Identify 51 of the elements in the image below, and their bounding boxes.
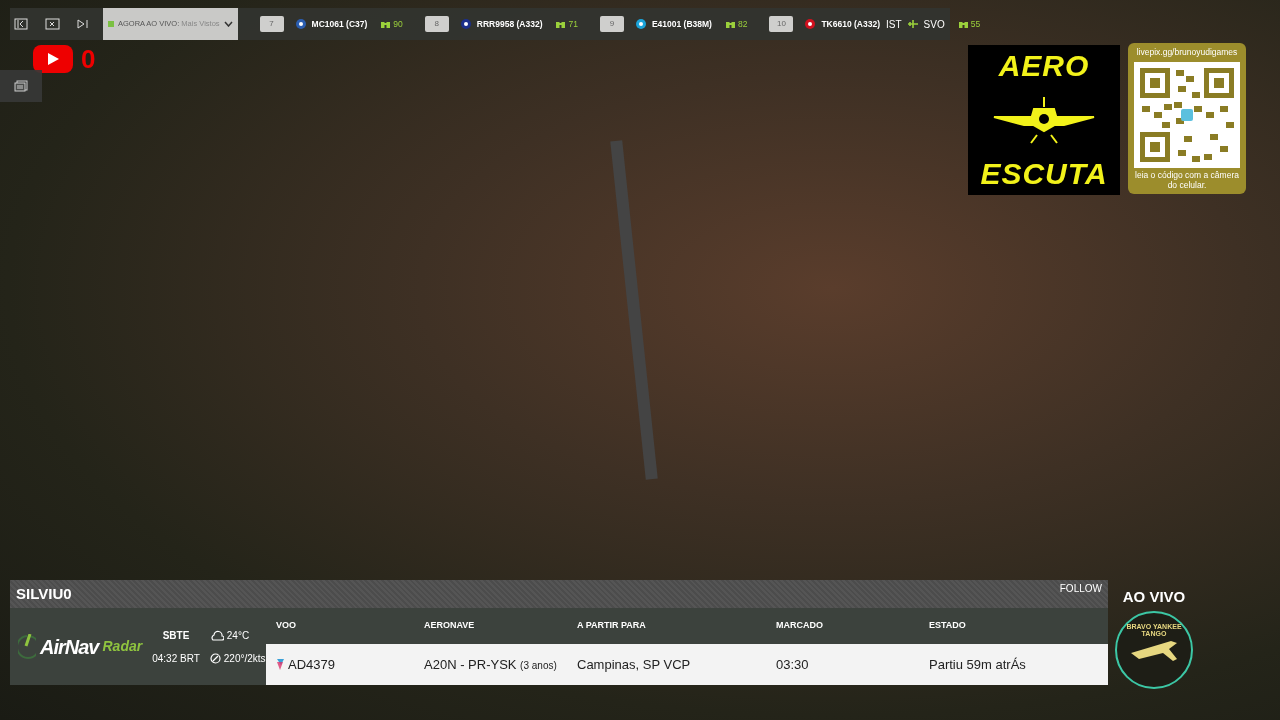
column-header: VOO <box>276 619 297 633</box>
flight-number: AD4379 <box>288 655 335 674</box>
watcher-count: 82 <box>737 17 748 31</box>
column-header: ESTADO <box>929 619 967 633</box>
wind: 220°/2kts <box>223 651 266 666</box>
youtube-logo-icon <box>33 45 73 73</box>
subscriber-count: 0 <box>81 46 96 72</box>
plane-icon <box>907 19 918 29</box>
live-label: AO VIVO <box>1122 587 1186 607</box>
qr-url: livepix.gg/brunoyudigames <box>1136 46 1238 59</box>
column-header: MARCADO <box>776 619 824 633</box>
local-time: 04:32 BRT <box>152 651 200 666</box>
logo-text: ESCUTA <box>980 159 1108 189</box>
route: Campinas, SP VCP <box>577 655 692 674</box>
sidebar-button[interactable] <box>0 70 42 102</box>
flight-callsign[interactable]: E41001 (B38M) <box>651 17 712 31</box>
qr-caption: leia o código com a câmera do celular. <box>1134 170 1240 191</box>
column-header: A PARTIR PARA <box>577 619 647 633</box>
slot-number[interactable]: 10 <box>769 16 794 32</box>
scheduled-time: 03:30 <box>776 655 810 674</box>
airport-code: SBTE <box>162 628 190 643</box>
watcher-count: 55 <box>970 17 981 31</box>
slot-number[interactable]: 7 <box>259 16 284 32</box>
radar-icon <box>18 633 36 660</box>
panel-title: SILVIU0 <box>16 583 72 604</box>
slot-number[interactable]: 9 <box>599 16 624 32</box>
temperature: 24°C <box>226 628 250 643</box>
compass-icon <box>209 652 221 664</box>
airline-logo-icon <box>276 658 285 671</box>
binoculars-icon <box>381 20 391 28</box>
follow-button[interactable]: FOLLOW <box>1059 581 1102 596</box>
route-origin: IST <box>886 17 902 32</box>
binoculars-icon <box>958 20 968 28</box>
chevron-down-icon <box>223 21 233 27</box>
binoculars-icon <box>725 20 735 28</box>
flight-callsign[interactable]: MC1061 (C37) <box>311 17 368 31</box>
flight-callsign[interactable]: RRR9958 (A332) <box>476 17 543 31</box>
stacked-windows-icon <box>14 80 28 92</box>
route-destination: SVO <box>923 17 945 32</box>
brand-name: AirNav <box>40 634 99 660</box>
brand-suffix: Radar <box>102 637 143 656</box>
aircraft: A20N - PR-YSK (3 anos) <box>424 655 558 674</box>
cloud-icon <box>209 629 224 641</box>
binoculars-icon <box>556 20 566 28</box>
flight-callsign[interactable]: TK6610 (A332) <box>821 17 880 31</box>
slot-number[interactable]: 8 <box>424 16 449 32</box>
watcher-count: 71 <box>568 17 578 31</box>
flight-status: Partiu 59m atrÁs <box>929 655 1027 674</box>
column-header: AERONAVE <box>424 619 476 633</box>
logo-text: AERO <box>998 51 1090 81</box>
watcher-count: 90 <box>393 17 403 31</box>
